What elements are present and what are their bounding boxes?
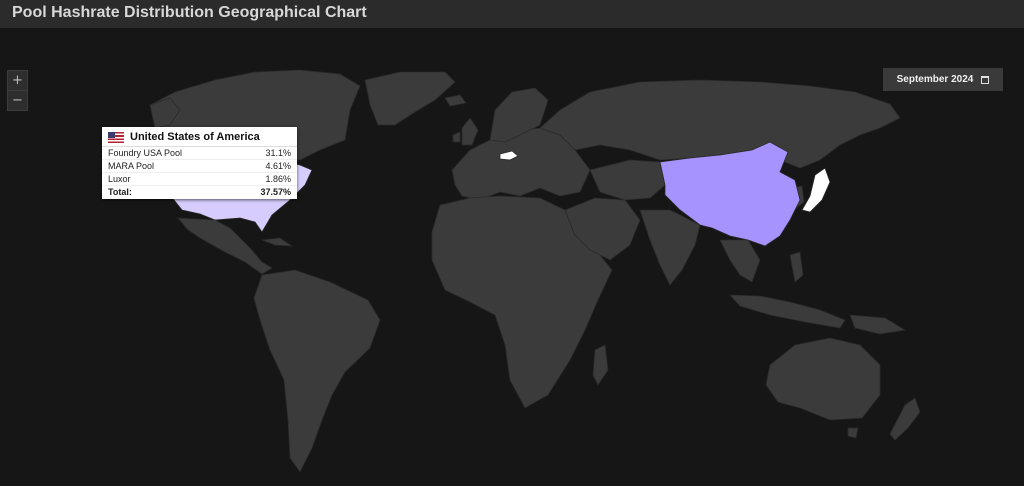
tasmania	[847, 427, 859, 439]
us-flag-icon	[108, 131, 124, 143]
world-map[interactable]	[0, 28, 1024, 486]
cuba	[261, 237, 294, 247]
total-label: Total:	[108, 187, 132, 197]
zoom-in-button[interactable]: +	[8, 71, 27, 90]
australia	[765, 337, 881, 421]
japan	[801, 167, 831, 213]
tooltip-header: United States of America	[102, 127, 297, 147]
india	[639, 209, 701, 286]
tooltip-row: MARA Pool 4.61%	[102, 160, 297, 173]
zoom-out-button[interactable]: −	[8, 90, 27, 110]
indonesia	[729, 294, 846, 329]
pool-value: 31.1%	[265, 148, 291, 158]
date-picker-button[interactable]: September 2024	[883, 68, 1003, 91]
map-area[interactable]: + − September 2024 United States of Amer…	[0, 28, 1024, 486]
southeast-asia	[719, 239, 761, 283]
pool-name: Foundry USA Pool	[108, 148, 183, 158]
zoom-controls: + −	[7, 70, 28, 111]
pool-value: 1.86%	[265, 174, 291, 184]
central-asia	[589, 159, 666, 201]
ireland	[452, 131, 461, 143]
pool-name: Luxor	[108, 174, 131, 184]
calendar-icon	[981, 75, 990, 84]
pool-name: MARA Pool	[108, 161, 155, 171]
new-zealand	[889, 397, 921, 441]
tooltip-total-row: Total: 37.57%	[102, 186, 297, 199]
page-header: Pool Hashrate Distribution Geographical …	[0, 0, 1024, 28]
uk	[461, 117, 479, 146]
greenland	[364, 71, 456, 126]
tooltip-country: United States of America	[130, 131, 260, 143]
total-value: 37.57%	[260, 187, 291, 197]
south-america	[253, 269, 381, 473]
date-label: September 2024	[896, 74, 974, 85]
tooltip-row: Luxor 1.86%	[102, 173, 297, 186]
pool-value: 4.61%	[265, 161, 291, 171]
tooltip-row: Foundry USA Pool 31.1%	[102, 147, 297, 160]
madagascar	[592, 344, 609, 386]
papua	[849, 314, 907, 335]
iceland	[444, 94, 467, 107]
page-title: Pool Hashrate Distribution Geographical …	[12, 4, 367, 21]
philippines	[789, 251, 804, 283]
country-tooltip: United States of America Foundry USA Poo…	[102, 127, 297, 199]
